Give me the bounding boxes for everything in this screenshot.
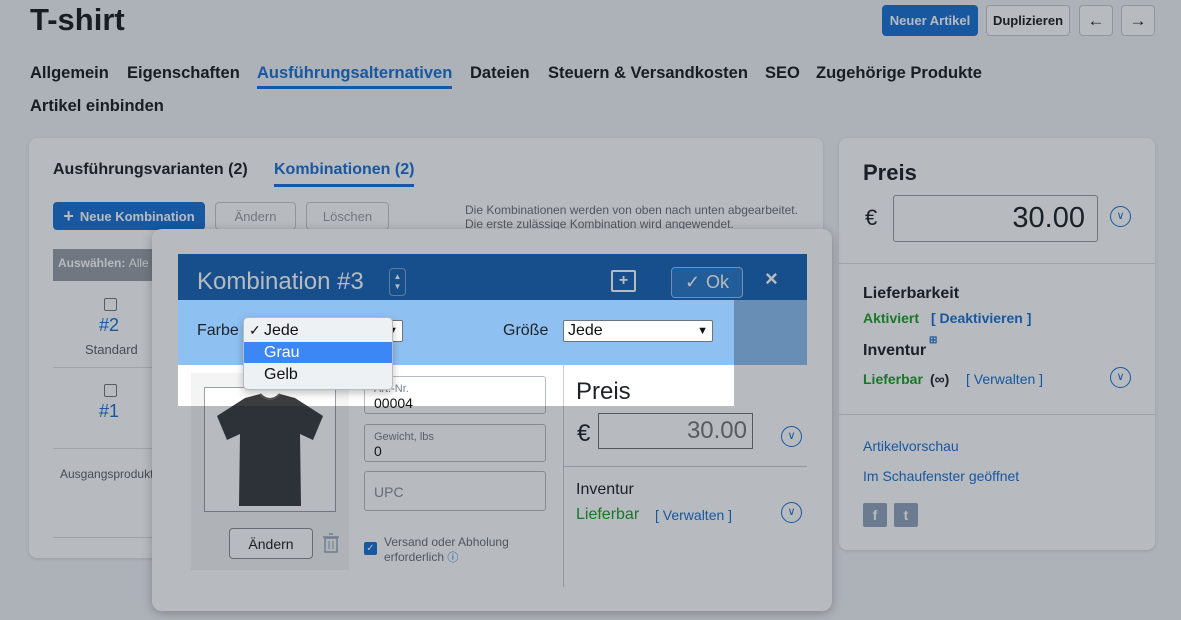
- modal-overlay: [152, 300, 178, 406]
- color-option-gelb[interactable]: Gelb: [244, 364, 392, 385]
- size-label: Größe: [503, 322, 549, 339]
- modal-overlay: [734, 300, 832, 406]
- modal-overlay: [152, 406, 832, 611]
- color-label: Farbe: [197, 322, 239, 339]
- modal-price-title: Preis: [576, 378, 631, 405]
- color-option-jede[interactable]: ✓ Jede: [244, 320, 392, 341]
- chevron-down-icon: ▼: [697, 325, 708, 337]
- size-select[interactable]: Jede ▼: [563, 320, 713, 342]
- modal-overlay: [152, 229, 832, 300]
- checkmark-icon: ✓: [249, 322, 261, 338]
- color-option-grau[interactable]: Grau: [244, 342, 392, 363]
- color-dropdown-menu: ✓ Jede Grau Gelb: [243, 317, 393, 390]
